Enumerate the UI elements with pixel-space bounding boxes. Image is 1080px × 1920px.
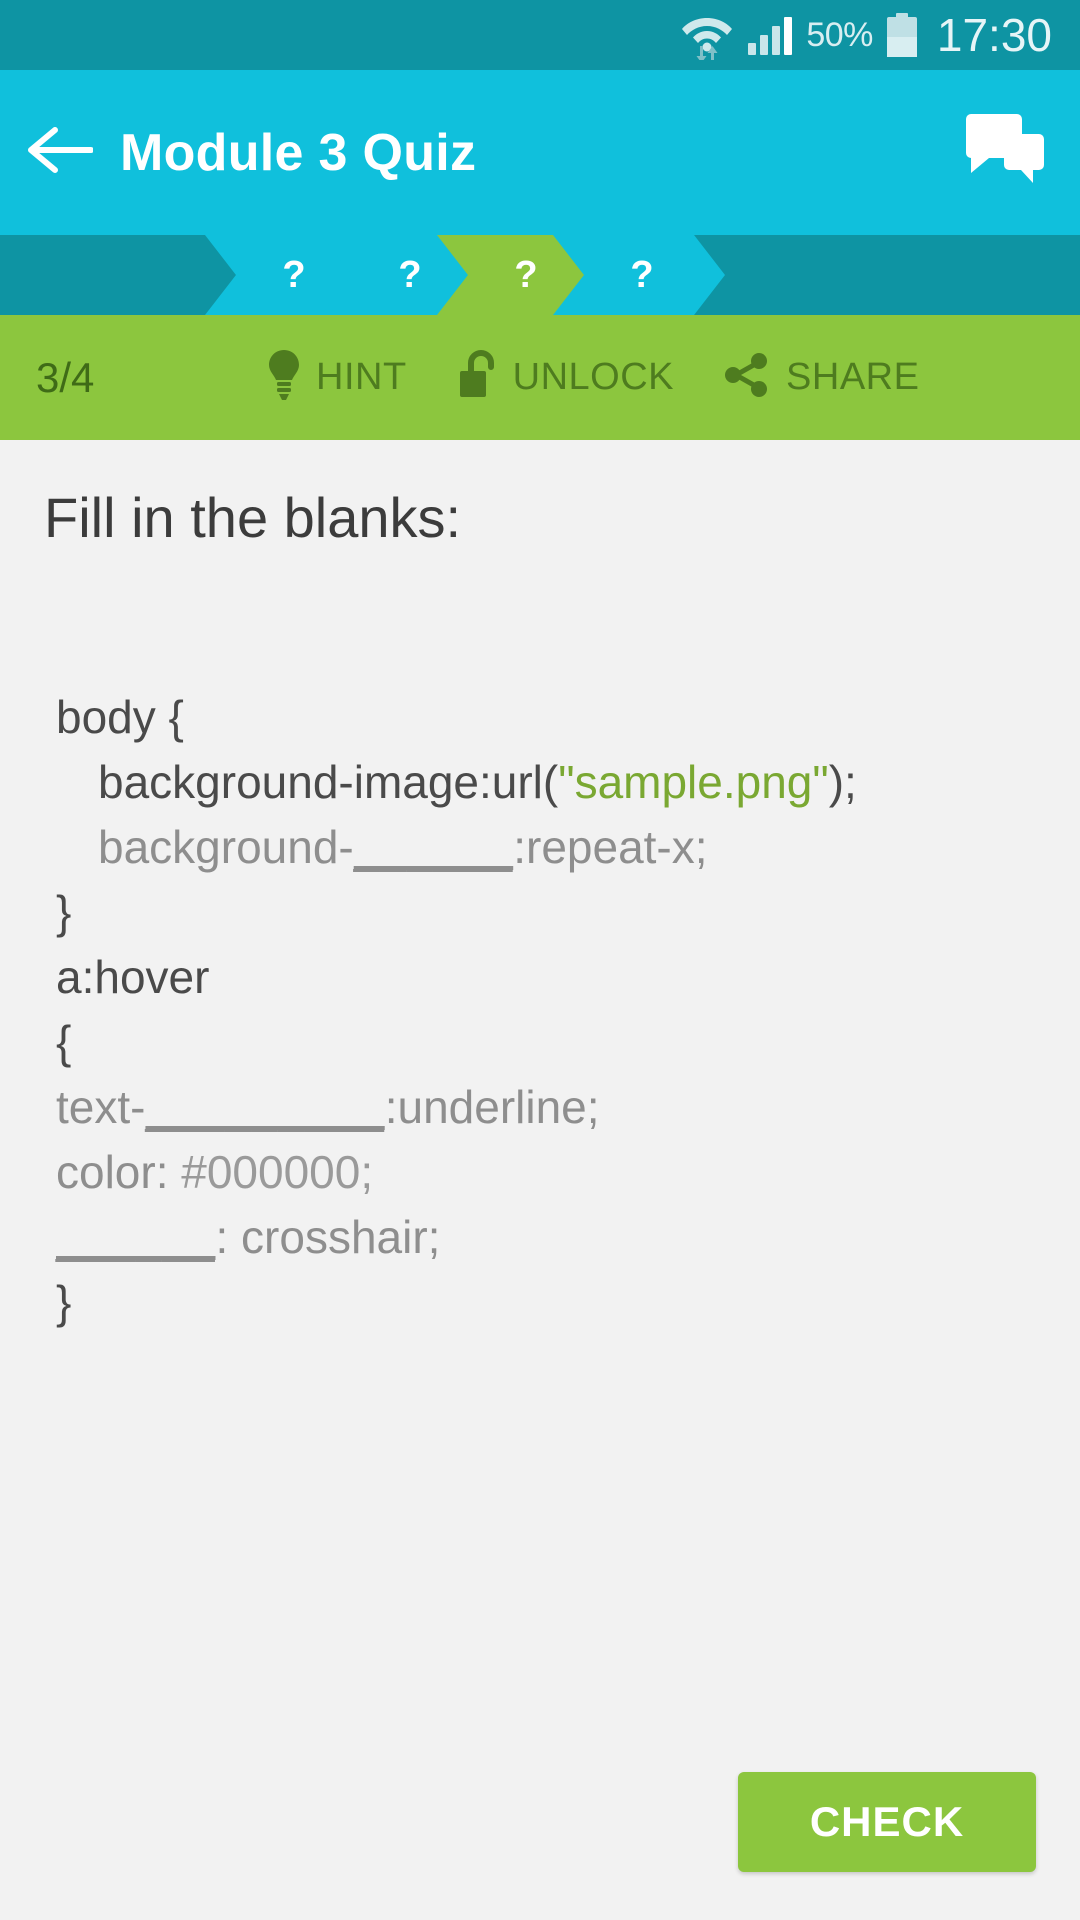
action-bar: 3/4 HINT UNLOCK SHARE [0,315,1080,440]
hint-button[interactable]: HINT [266,349,407,406]
code-token: : crosshair; [215,1211,441,1263]
code-line: ______: crosshair; [56,1205,1036,1270]
code-blank[interactable]: ______ [354,821,514,873]
code-token: body { [56,691,184,743]
question-counter: 3/4 [36,353,95,401]
code-line: a:hover [56,945,1036,1010]
code-token: text- [56,1081,146,1133]
code-token: a:hover [56,951,210,1003]
code-token: color: [56,1146,182,1198]
progress-step-label: ? [398,254,422,296]
progress-step-label: ? [514,254,538,296]
status-icons: 50% 17:30 [680,9,1052,61]
battery-percent-label: 50% [806,16,873,54]
status-bar: 50% 17:30 [0,0,1080,70]
code-line: } [56,1270,1036,1335]
share-nodes-icon [724,351,772,404]
code-token: ); [828,756,857,808]
code-blank[interactable]: _________ [145,1081,384,1133]
code-token: { [56,1016,72,1068]
battery-icon [886,13,917,57]
share-button[interactable]: SHARE [724,351,919,404]
code-line: color: #000000; [56,1140,1036,1205]
check-button[interactable]: CHECK [738,1772,1036,1872]
code-line: text-_________:underline; [56,1075,1036,1140]
chat-button[interactable] [930,70,1080,235]
wifi-icon [680,12,734,60]
lightbulb-icon [266,349,302,406]
progress-chevron-bar: ? ? ? ? [0,235,1080,315]
code-line: background-______:repeat-x; [56,815,1036,880]
code-token: #000000; [181,1146,374,1198]
open-padlock-icon [457,349,499,406]
code-blank[interactable]: ______ [56,1211,216,1263]
code-token: } [56,1276,72,1328]
code-line: background-image:url("sample.png"); [56,750,1036,815]
page-title: Module 3 Quiz [120,123,477,182]
chat-bubbles-icon [963,112,1047,193]
code-line: } [56,880,1036,945]
question-content: Fill in the blanks: body { background-ima… [0,440,1080,1920]
code-token: :repeat-x; [513,821,708,873]
code-token: background- [98,821,354,873]
code-snippet: body { background-image:url("sample.png")… [56,685,1036,1335]
share-label: SHARE [786,356,920,398]
unlock-button[interactable]: UNLOCK [457,349,674,406]
code-token: "sample.png" [558,756,829,808]
clock-label: 17:30 [936,9,1052,61]
back-button[interactable] [0,70,120,235]
signal-bars-icon [748,15,793,55]
quiz-screen: 50% 17:30 Module 3 Quiz ? ? ? ? 3/4 HINT… [0,0,1080,1920]
progress-step-label: ? [282,254,306,296]
hint-label: HINT [316,356,407,398]
code-token: :underline; [384,1081,600,1133]
question-prompt: Fill in the blanks: [44,486,462,549]
back-arrow-icon [27,125,94,180]
code-line: { [56,1010,1036,1075]
progress-step-label: ? [630,254,654,296]
code-line: body { [56,685,1036,750]
code-token: background-image:url( [98,756,559,808]
app-bar: Module 3 Quiz [0,70,1080,235]
action-bar-buttons: HINT UNLOCK SHARE [266,349,919,406]
unlock-label: UNLOCK [512,356,675,398]
code-token: } [56,886,72,938]
